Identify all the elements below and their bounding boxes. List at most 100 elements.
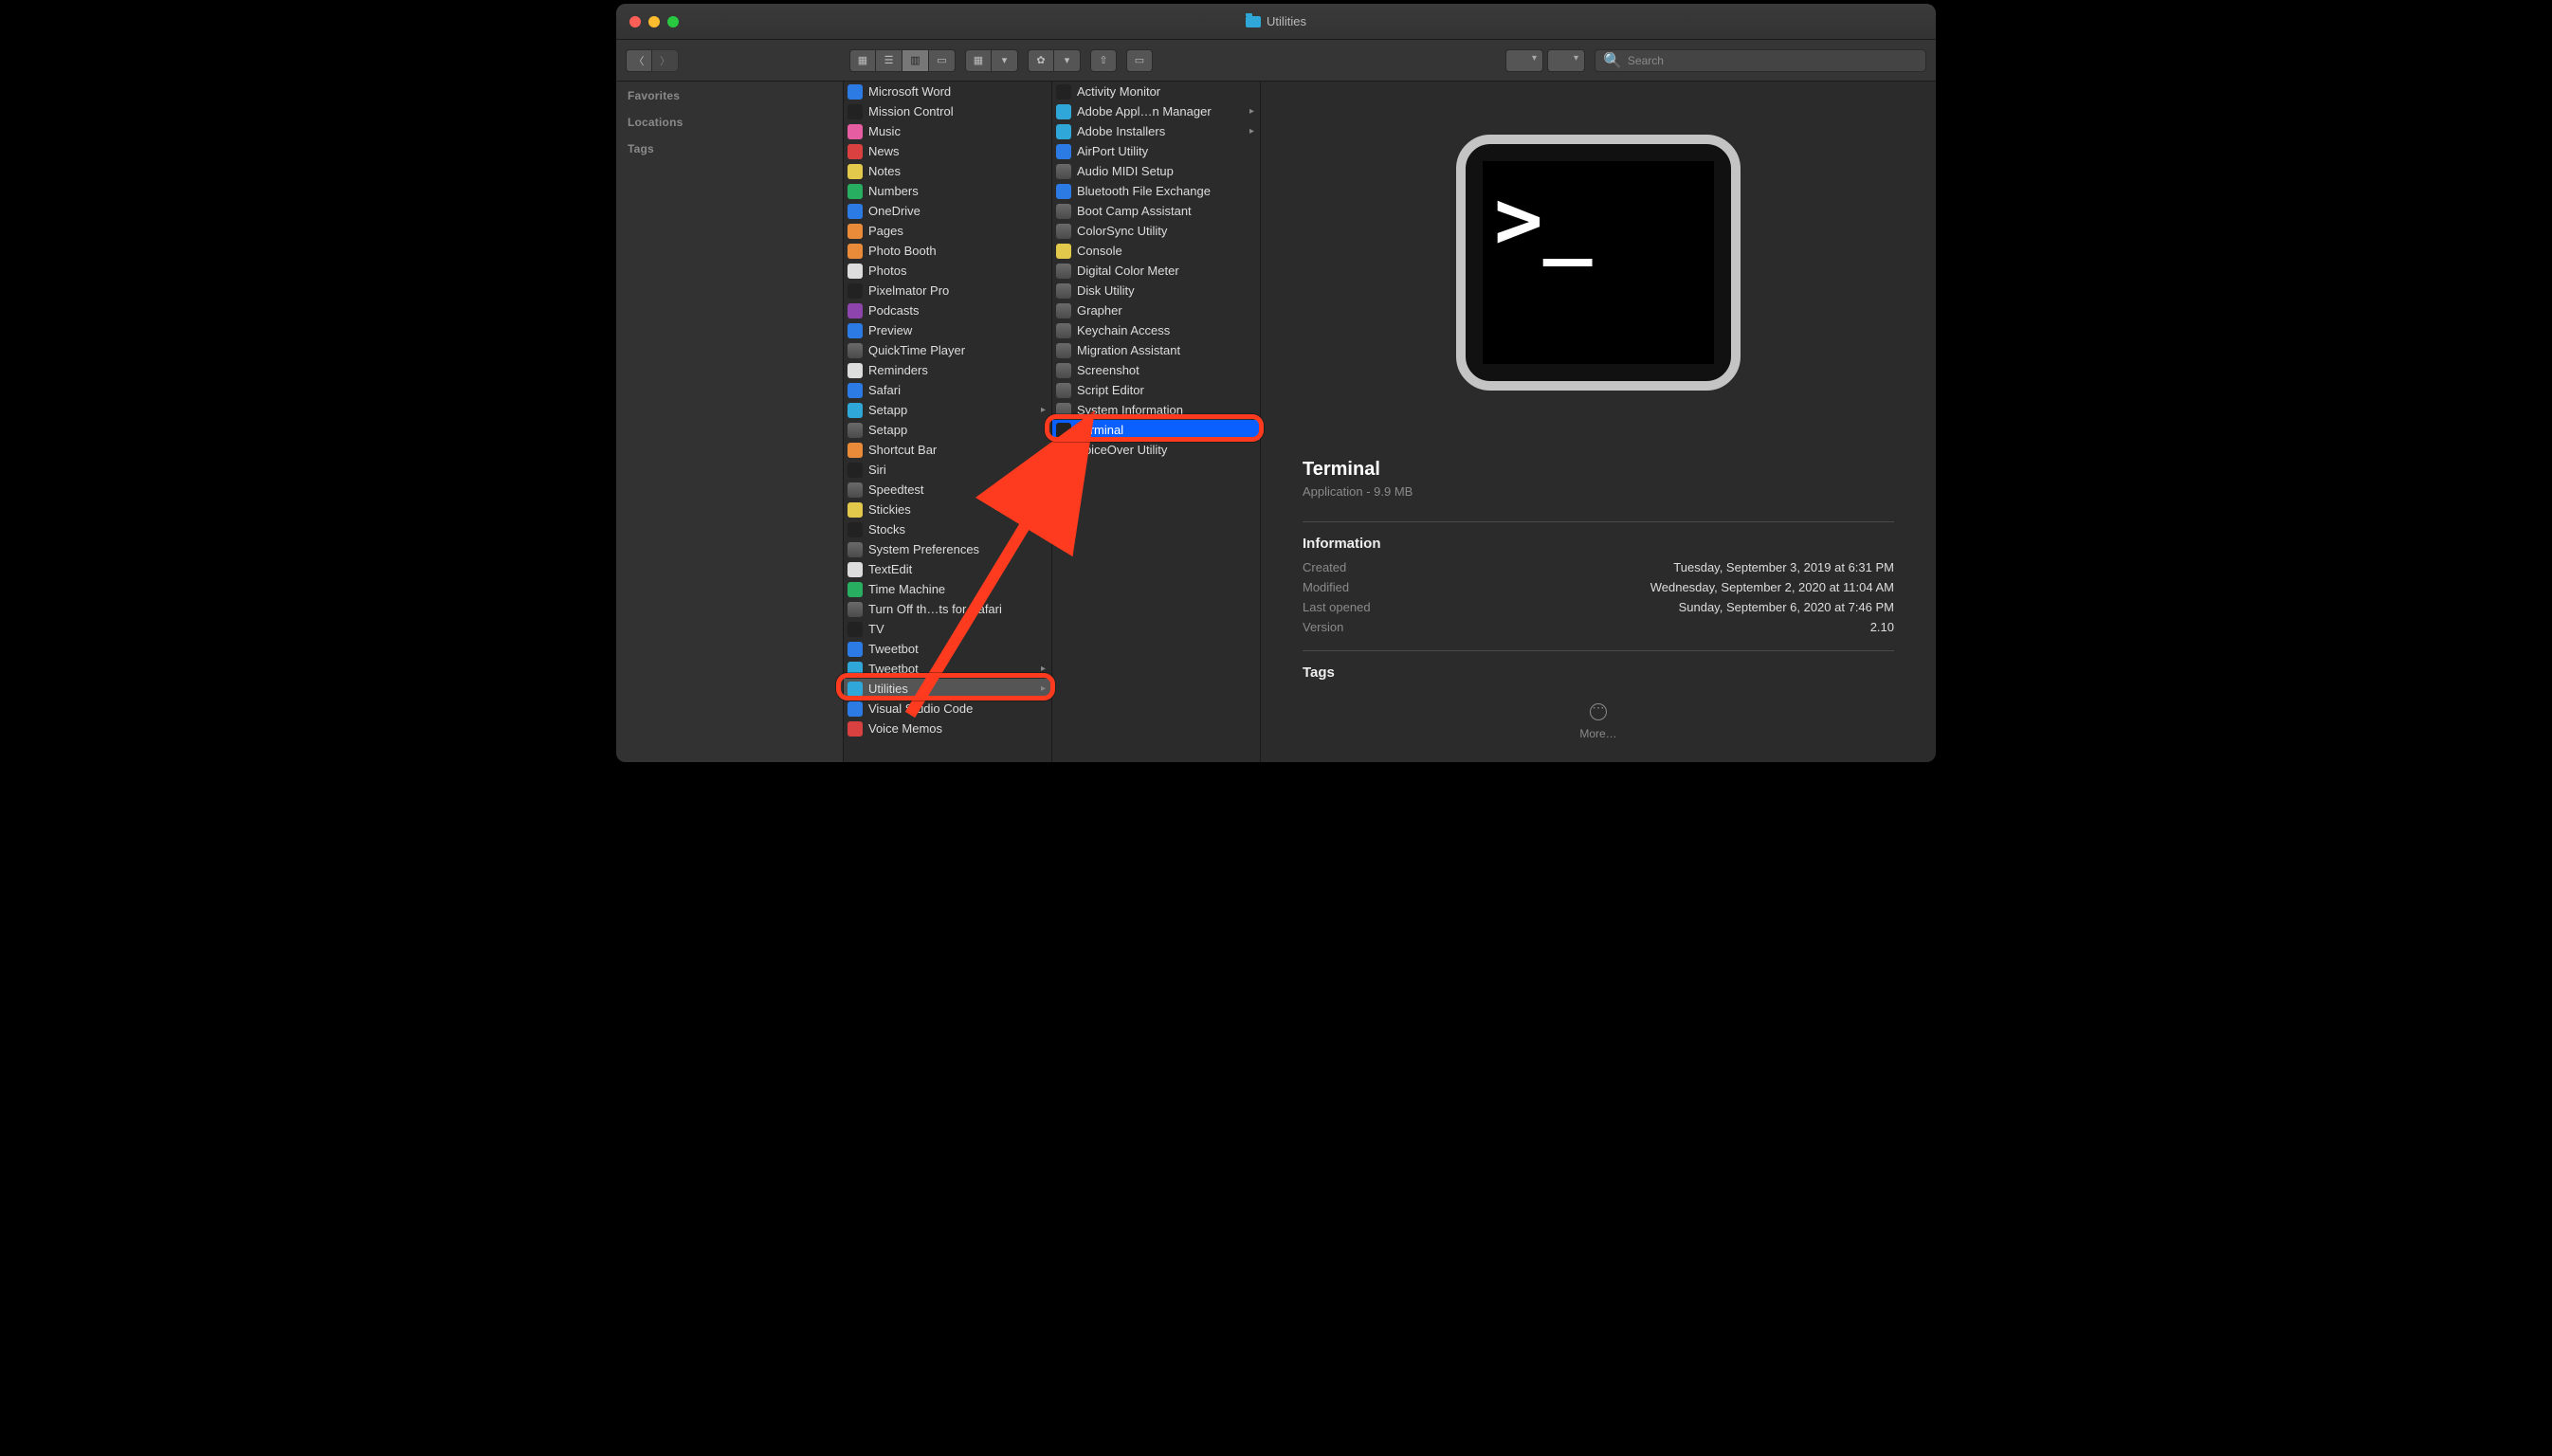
list-item[interactable]: Reminders <box>844 360 1051 380</box>
list-item[interactable]: Music <box>844 121 1051 141</box>
app-icon <box>848 482 863 498</box>
list-item-label: Tweetbot <box>868 642 1046 656</box>
list-item[interactable]: Activity Monitor <box>1052 82 1260 101</box>
list-item[interactable]: AirPort Utility <box>1052 141 1260 161</box>
list-item[interactable]: QuickTime Player <box>844 340 1051 360</box>
nav-buttons: 〈 〉 <box>626 49 679 72</box>
back-button[interactable]: 〈 <box>626 49 652 72</box>
app-icon <box>848 363 863 378</box>
action-dropdown[interactable]: ▾ <box>1054 49 1081 72</box>
info-modified-value: Wednesday, September 2, 2020 at 11:04 AM <box>1650 580 1894 594</box>
list-item[interactable]: Script Editor <box>1052 380 1260 400</box>
list-item[interactable]: Podcasts <box>844 300 1051 320</box>
column-utilities[interactable]: Activity MonitorAdobe Appl…n Manager Adob… <box>1052 82 1261 762</box>
arrange-button[interactable]: ▦ <box>965 49 992 72</box>
list-item-label: Notes <box>868 164 1046 178</box>
toolbar-dropdown-2[interactable] <box>1547 49 1585 72</box>
zoom-window-button[interactable] <box>667 16 679 27</box>
list-item[interactable]: Screenshot <box>1052 360 1260 380</box>
list-item[interactable]: OneDrive <box>844 201 1051 221</box>
list-item[interactable]: Microsoft Word <box>844 82 1051 101</box>
list-item[interactable]: Stocks <box>844 519 1051 539</box>
action-button-group: ✿ ▾ <box>1028 49 1081 72</box>
list-item[interactable]: Visual Studio Code <box>844 699 1051 719</box>
close-window-button[interactable] <box>629 16 641 27</box>
list-item-label: Photos <box>868 264 1046 278</box>
list-item[interactable]: Bluetooth File Exchange <box>1052 181 1260 201</box>
list-item[interactable]: System Information <box>1052 400 1260 420</box>
tags-button[interactable]: ▭ <box>1126 49 1153 72</box>
list-item[interactable]: Speedtest <box>844 480 1051 500</box>
list-item[interactable]: Keychain Access <box>1052 320 1260 340</box>
list-item[interactable]: Tweetbot <box>844 639 1051 659</box>
list-item[interactable]: Siri <box>844 460 1051 480</box>
list-item[interactable]: Voice Memos <box>844 719 1051 738</box>
info-lastopened-label: Last opened <box>1303 600 1371 614</box>
app-icon <box>848 642 863 657</box>
list-item[interactable]: Utilities <box>844 679 1051 699</box>
list-item[interactable]: Digital Color Meter <box>1052 261 1260 281</box>
info-version-label: Version <box>1303 620 1343 634</box>
finder-window: Utilities 〈 〉 ▦ ☰ ▥ ▭ ▦ ▾ ✿ ▾ ⇧ ▭ <box>616 4 1936 762</box>
list-item[interactable]: System Preferences <box>844 539 1051 559</box>
more-button[interactable]: More… <box>1303 703 1894 740</box>
app-icon <box>848 323 863 338</box>
ellipsis-icon <box>1590 703 1607 720</box>
search-icon: 🔍 <box>1603 51 1622 70</box>
list-item[interactable]: Terminal <box>1052 420 1260 440</box>
list-item-label: ColorSync Utility <box>1077 224 1254 238</box>
list-item[interactable]: Pixelmator Pro <box>844 281 1051 300</box>
list-item[interactable]: Time Machine <box>844 579 1051 599</box>
list-item[interactable]: Shortcut Bar <box>844 440 1051 460</box>
list-item[interactable]: Adobe Appl…n Manager <box>1052 101 1260 121</box>
list-item[interactable]: Adobe Installers <box>1052 121 1260 141</box>
app-icon <box>848 582 863 597</box>
info-lastopened-value: Sunday, September 6, 2020 at 7:46 PM <box>1679 600 1894 614</box>
list-item[interactable]: Migration Assistant <box>1052 340 1260 360</box>
list-item[interactable]: Preview <box>844 320 1051 340</box>
list-item[interactable]: VoiceOver Utility <box>1052 440 1260 460</box>
sidebar-section-locations[interactable]: Locations <box>628 116 831 129</box>
list-item[interactable]: Grapher <box>1052 300 1260 320</box>
list-item[interactable]: Photos <box>844 261 1051 281</box>
list-item[interactable]: Pages <box>844 221 1051 241</box>
list-item-label: Pixelmator Pro <box>868 283 1046 298</box>
sidebar-section-favorites[interactable]: Favorites <box>628 89 831 102</box>
search-input[interactable] <box>1628 54 1918 67</box>
column-applications[interactable]: Microsoft WordMission ControlMusicNews No… <box>844 82 1052 762</box>
share-button[interactable]: ⇧ <box>1090 49 1117 72</box>
list-item[interactable]: Tweetbot <box>844 659 1051 679</box>
list-item[interactable]: Turn Off th…ts for Safari <box>844 599 1051 619</box>
view-icon-button[interactable]: ▦ <box>849 49 876 72</box>
app-icon <box>1056 224 1071 239</box>
list-item[interactable]: Console <box>1052 241 1260 261</box>
toolbar-dropdown-1[interactable] <box>1505 49 1543 72</box>
list-item[interactable]: ColorSync Utility <box>1052 221 1260 241</box>
list-item[interactable]: Setapp <box>844 400 1051 420</box>
list-item-label: Adobe Installers <box>1077 124 1244 138</box>
sidebar-section-tags[interactable]: Tags <box>628 142 831 155</box>
list-item[interactable]: Stickies <box>844 500 1051 519</box>
forward-button[interactable]: 〉 <box>652 49 679 72</box>
view-gallery-button[interactable]: ▭ <box>929 49 956 72</box>
arrange-dropdown[interactable]: ▾ <box>992 49 1018 72</box>
list-item[interactable]: Boot Camp Assistant <box>1052 201 1260 221</box>
list-item[interactable]: Notes <box>844 161 1051 181</box>
search-box[interactable]: 🔍 <box>1595 49 1926 72</box>
list-item[interactable]: Photo Booth <box>844 241 1051 261</box>
view-list-button[interactable]: ☰ <box>876 49 902 72</box>
list-item[interactable]: Setapp <box>844 420 1051 440</box>
list-item[interactable]: TV <box>844 619 1051 639</box>
minimize-window-button[interactable] <box>648 16 660 27</box>
action-button[interactable]: ✿ <box>1028 49 1054 72</box>
list-item[interactable]: Mission Control <box>844 101 1051 121</box>
list-item[interactable]: Numbers <box>844 181 1051 201</box>
list-item[interactable]: Disk Utility <box>1052 281 1260 300</box>
list-item-label: Reminders <box>868 363 1046 377</box>
list-item[interactable]: Safari <box>844 380 1051 400</box>
view-column-button[interactable]: ▥ <box>902 49 929 72</box>
info-created-value: Tuesday, September 3, 2019 at 6:31 PM <box>1673 560 1894 574</box>
list-item[interactable]: Audio MIDI Setup <box>1052 161 1260 181</box>
list-item[interactable]: News <box>844 141 1051 161</box>
list-item[interactable]: TextEdit <box>844 559 1051 579</box>
